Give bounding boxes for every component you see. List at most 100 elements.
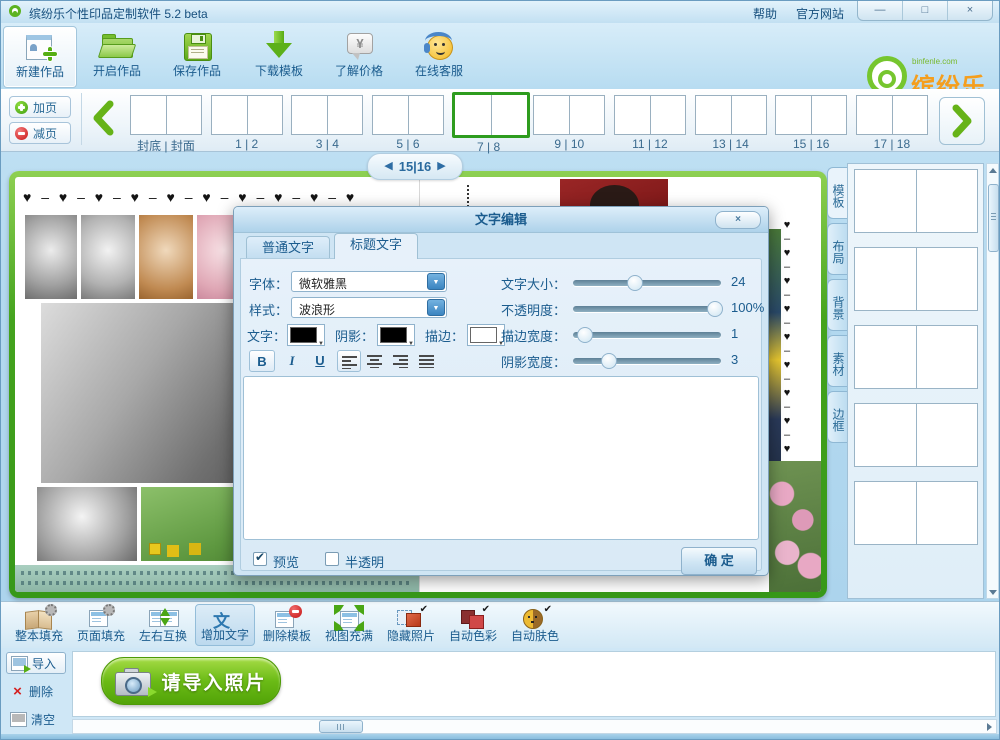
slider-track[interactable] xyxy=(573,280,721,286)
style-select[interactable]: 波浪形 ▼ xyxy=(291,297,447,318)
page-thumbnail-4[interactable]: 7 | 8 xyxy=(452,95,526,147)
slider-thumb[interactable] xyxy=(577,327,593,343)
tool-delete-template[interactable]: 删除模板 xyxy=(257,604,317,646)
page-thumbnail-9[interactable]: 17 | 18 xyxy=(855,95,929,147)
sidebar-tab-2[interactable]: 背景 xyxy=(827,279,847,331)
dialog-title: 文字编辑 xyxy=(234,207,768,232)
next-pages-button[interactable] xyxy=(939,97,985,145)
horizontal-scrollbar-handle[interactable] xyxy=(319,720,363,733)
close-button[interactable]: × xyxy=(947,1,992,20)
add-page-button[interactable]: 加页 xyxy=(9,96,71,118)
tool-swap-pages[interactable]: 左右互换 xyxy=(133,604,193,646)
dialog-tab-0[interactable]: 普通文字 xyxy=(246,236,330,259)
price-info-button[interactable]: ¥ 了解价格 xyxy=(323,26,395,86)
help-link[interactable]: 帮助 xyxy=(753,5,777,22)
align-center-button[interactable] xyxy=(363,350,387,372)
dropdown-icon[interactable]: ▼ xyxy=(427,299,445,316)
underline-button[interactable]: U xyxy=(307,350,333,372)
minimize-button[interactable]: — xyxy=(858,1,902,20)
align-left-icon xyxy=(342,355,358,369)
page-thumbnail-1[interactable]: 1 | 2 xyxy=(210,95,284,147)
bold-button[interactable]: B xyxy=(249,350,275,372)
sidebar-tab-4[interactable]: 边框 xyxy=(827,391,847,443)
shadow-color-swatch[interactable]: ▼ xyxy=(377,324,415,346)
photo-baby-smiling[interactable] xyxy=(37,487,137,561)
template-thumbnail[interactable] xyxy=(854,403,978,467)
sidebar-tab-1[interactable]: 布局 xyxy=(827,223,847,275)
save-work-button[interactable]: 保存作品 xyxy=(161,26,233,86)
sidebar-tabs: 模板布局背景素材边框 xyxy=(827,167,848,447)
template-thumbnail[interactable] xyxy=(854,169,978,233)
dropdown-icon[interactable]: ▼ xyxy=(427,273,445,290)
sidebar-tab-3[interactable]: 素材 xyxy=(827,335,847,387)
photo-baby-3[interactable] xyxy=(139,215,193,299)
bottom-toolbar: 整本填充 页面填充 左右互换 文 增加文字 删除模板 视图充满 ✔ 隐藏照片 ✔… xyxy=(1,601,999,648)
slider-track[interactable] xyxy=(573,306,721,312)
page-thumbnail-spread xyxy=(291,95,363,135)
tool-fit-view[interactable]: 视图充满 xyxy=(319,604,379,646)
download-template-button[interactable]: 下载模板 xyxy=(243,26,315,86)
customer-service-button[interactable]: 在线客服 xyxy=(403,26,475,86)
price-info-icon: ¥ xyxy=(342,30,376,62)
scroll-down-button[interactable] xyxy=(987,586,998,598)
slider-thumb[interactable] xyxy=(627,275,643,291)
tool-auto-skin[interactable]: ✔ 自动肤色 xyxy=(505,604,565,646)
dialog-close-button[interactable]: × xyxy=(715,211,761,229)
slider-row: 不透明度：100% xyxy=(497,296,765,320)
template-thumbnail[interactable] xyxy=(854,325,978,389)
sidebar-tab-0[interactable]: 模板 xyxy=(827,167,847,219)
slider-thumb[interactable] xyxy=(601,353,617,369)
scroll-right-button[interactable] xyxy=(983,720,995,733)
tool-auto-color[interactable]: ✔ 自动色彩 xyxy=(443,604,503,646)
italic-button[interactable]: I xyxy=(279,350,305,372)
dialog-tab-1[interactable]: 标题文字 xyxy=(334,233,418,259)
remove-page-button[interactable]: 减页 xyxy=(9,122,71,144)
brand-domain: binfenle.com xyxy=(912,57,957,66)
dialog-titlebar[interactable]: 文字编辑 × xyxy=(234,207,768,233)
preview-checkbox[interactable]: ✔ xyxy=(253,552,267,566)
ok-button[interactable]: 确 定 xyxy=(681,547,757,575)
sidebar-scrollbar[interactable] xyxy=(986,163,999,599)
page-thumbnail-7[interactable]: 13 | 14 xyxy=(694,95,768,147)
tool-hide-photo[interactable]: ✔ 隐藏照片 xyxy=(381,604,441,646)
font-select[interactable]: 微软雅黑 ▼ xyxy=(291,271,447,292)
next-spread-icon[interactable]: ▶ xyxy=(437,161,445,172)
page-thumbnail-8[interactable]: 15 | 16 xyxy=(774,95,848,147)
text-color-swatch[interactable]: ▼ xyxy=(287,324,325,346)
import-photos-button[interactable]: 导入 xyxy=(6,652,66,674)
maximize-button[interactable]: □ xyxy=(902,1,947,20)
slider-track[interactable] xyxy=(573,332,721,338)
new-work-button[interactable]: 新建作品 xyxy=(3,26,77,88)
tool-fill-page[interactable]: 页面填充 xyxy=(71,604,131,646)
website-link[interactable]: 官方网站 xyxy=(796,5,844,22)
page-thumbnail-2[interactable]: 3 | 4 xyxy=(290,95,364,147)
page-thumbnail-label: 5 | 6 xyxy=(371,137,445,151)
tool-add-text[interactable]: 文 增加文字 xyxy=(195,604,255,646)
photo-baby-2[interactable] xyxy=(81,215,135,299)
align-right-button[interactable] xyxy=(389,350,413,372)
horizontal-scrollbar[interactable] xyxy=(72,719,997,734)
align-justify-button[interactable] xyxy=(415,350,439,372)
open-work-button[interactable]: 开启作品 xyxy=(81,26,153,86)
translucent-checkbox[interactable]: ✔ xyxy=(325,552,339,566)
align-left-button[interactable] xyxy=(337,350,361,372)
photo-baby-1[interactable] xyxy=(25,215,77,299)
scroll-up-button[interactable] xyxy=(987,164,998,176)
clear-photos-button[interactable]: 清空 xyxy=(6,708,66,730)
template-thumbnail[interactable] xyxy=(854,247,978,311)
slider-thumb[interactable] xyxy=(707,301,723,317)
slider-track[interactable] xyxy=(573,358,721,364)
import-photos-big-button[interactable]: 请导入照片 xyxy=(101,657,281,705)
photo-flowers[interactable] xyxy=(769,461,821,592)
page-thumbnail-0[interactable]: 封底 | 封面 xyxy=(129,95,203,147)
tool-fill-book[interactable]: 整本填充 xyxy=(9,604,69,646)
page-thumbnail-5[interactable]: 9 | 10 xyxy=(532,95,606,147)
prev-spread-icon[interactable]: ◀ xyxy=(384,161,392,172)
text-input[interactable] xyxy=(243,376,759,540)
delete-photo-button[interactable]: × 删除 xyxy=(6,680,66,702)
prev-pages-button[interactable] xyxy=(89,99,117,142)
template-thumbnail[interactable] xyxy=(854,481,978,545)
sidebar-scrollbar-handle[interactable] xyxy=(988,184,999,252)
page-thumbnail-6[interactable]: 11 | 12 xyxy=(613,95,687,147)
page-thumbnail-3[interactable]: 5 | 6 xyxy=(371,95,445,147)
